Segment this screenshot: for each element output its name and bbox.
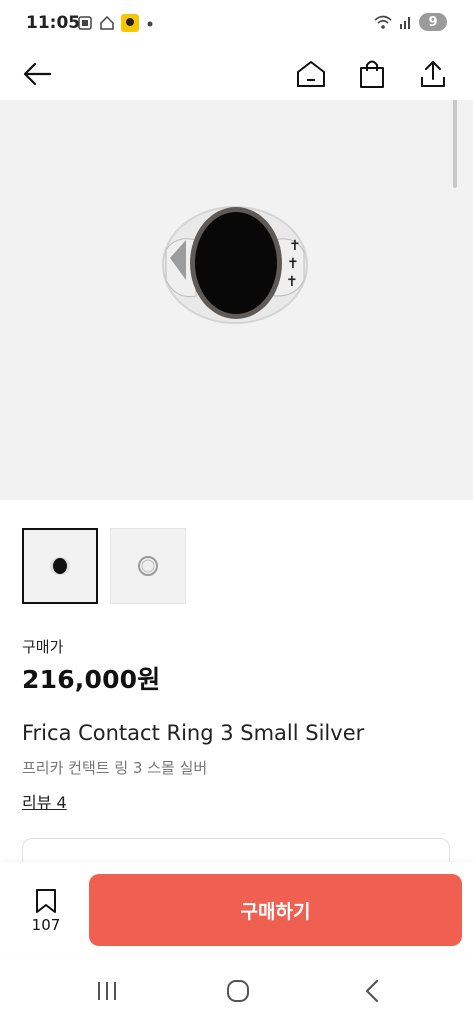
- svg-text:✝: ✝: [289, 238, 301, 254]
- cart-button[interactable]: [352, 54, 392, 94]
- back-chevron-icon: [365, 979, 379, 1003]
- thumbnail-front[interactable]: [22, 528, 98, 604]
- bookmark-button[interactable]: 107: [22, 888, 70, 938]
- home-circle-icon: [227, 980, 249, 1002]
- svg-text:✝: ✝: [286, 274, 298, 290]
- thumbnail-strip: [22, 528, 186, 604]
- top-nav-bar: [0, 48, 473, 100]
- status-notification-icons: [77, 14, 155, 32]
- app-notification-icon: [121, 14, 139, 32]
- system-home-button[interactable]: [218, 974, 258, 1008]
- product-image[interactable]: ✝ ✝ ✝: [0, 100, 473, 500]
- home-button[interactable]: [291, 54, 331, 94]
- dot-icon: [147, 21, 153, 27]
- status-system-icons: 9: [373, 13, 447, 31]
- product-title-korean: 프리카 컨택트 링 3 스몰 실버: [22, 759, 208, 777]
- bottom-purchase-bar: 107 구매하기: [0, 862, 473, 958]
- bookmark-count: 107: [31, 916, 61, 934]
- share-button[interactable]: [413, 54, 453, 94]
- system-navigation-bar: [0, 958, 473, 1024]
- back-arrow-icon: [23, 62, 52, 86]
- ring-side-thumbnail-icon: [138, 556, 158, 576]
- signal-icon: [400, 17, 410, 29]
- wifi-icon: [374, 15, 392, 29]
- ring-front-thumbnail-icon: [50, 557, 70, 575]
- shopping-bag-icon: [360, 60, 384, 88]
- bookmark-icon: [36, 889, 56, 913]
- back-button[interactable]: [17, 54, 57, 94]
- thumbnail-side[interactable]: [110, 528, 186, 604]
- ring-image: ✝ ✝ ✝: [162, 206, 308, 324]
- price-value: 216,000원: [22, 665, 161, 694]
- battery-indicator: 9: [419, 13, 447, 31]
- status-time: 11:05: [26, 13, 81, 33]
- smart-home-icon: [100, 15, 114, 30]
- screenshot-icon: [78, 16, 92, 30]
- recent-apps-icon: [98, 982, 116, 1000]
- price-label: 구매가: [22, 638, 64, 656]
- product-title-english: Frica Contact Ring 3 Small Silver: [22, 721, 365, 745]
- buy-button[interactable]: 구매하기: [89, 874, 462, 946]
- svg-text:✝: ✝: [287, 256, 299, 272]
- status-bar: 11:05 9: [0, 0, 473, 48]
- share-icon: [421, 61, 445, 87]
- reviews-link[interactable]: 리뷰 4: [22, 789, 67, 813]
- system-back-button[interactable]: [352, 974, 392, 1008]
- home-icon: [297, 61, 325, 87]
- recent-apps-button[interactable]: [87, 974, 127, 1008]
